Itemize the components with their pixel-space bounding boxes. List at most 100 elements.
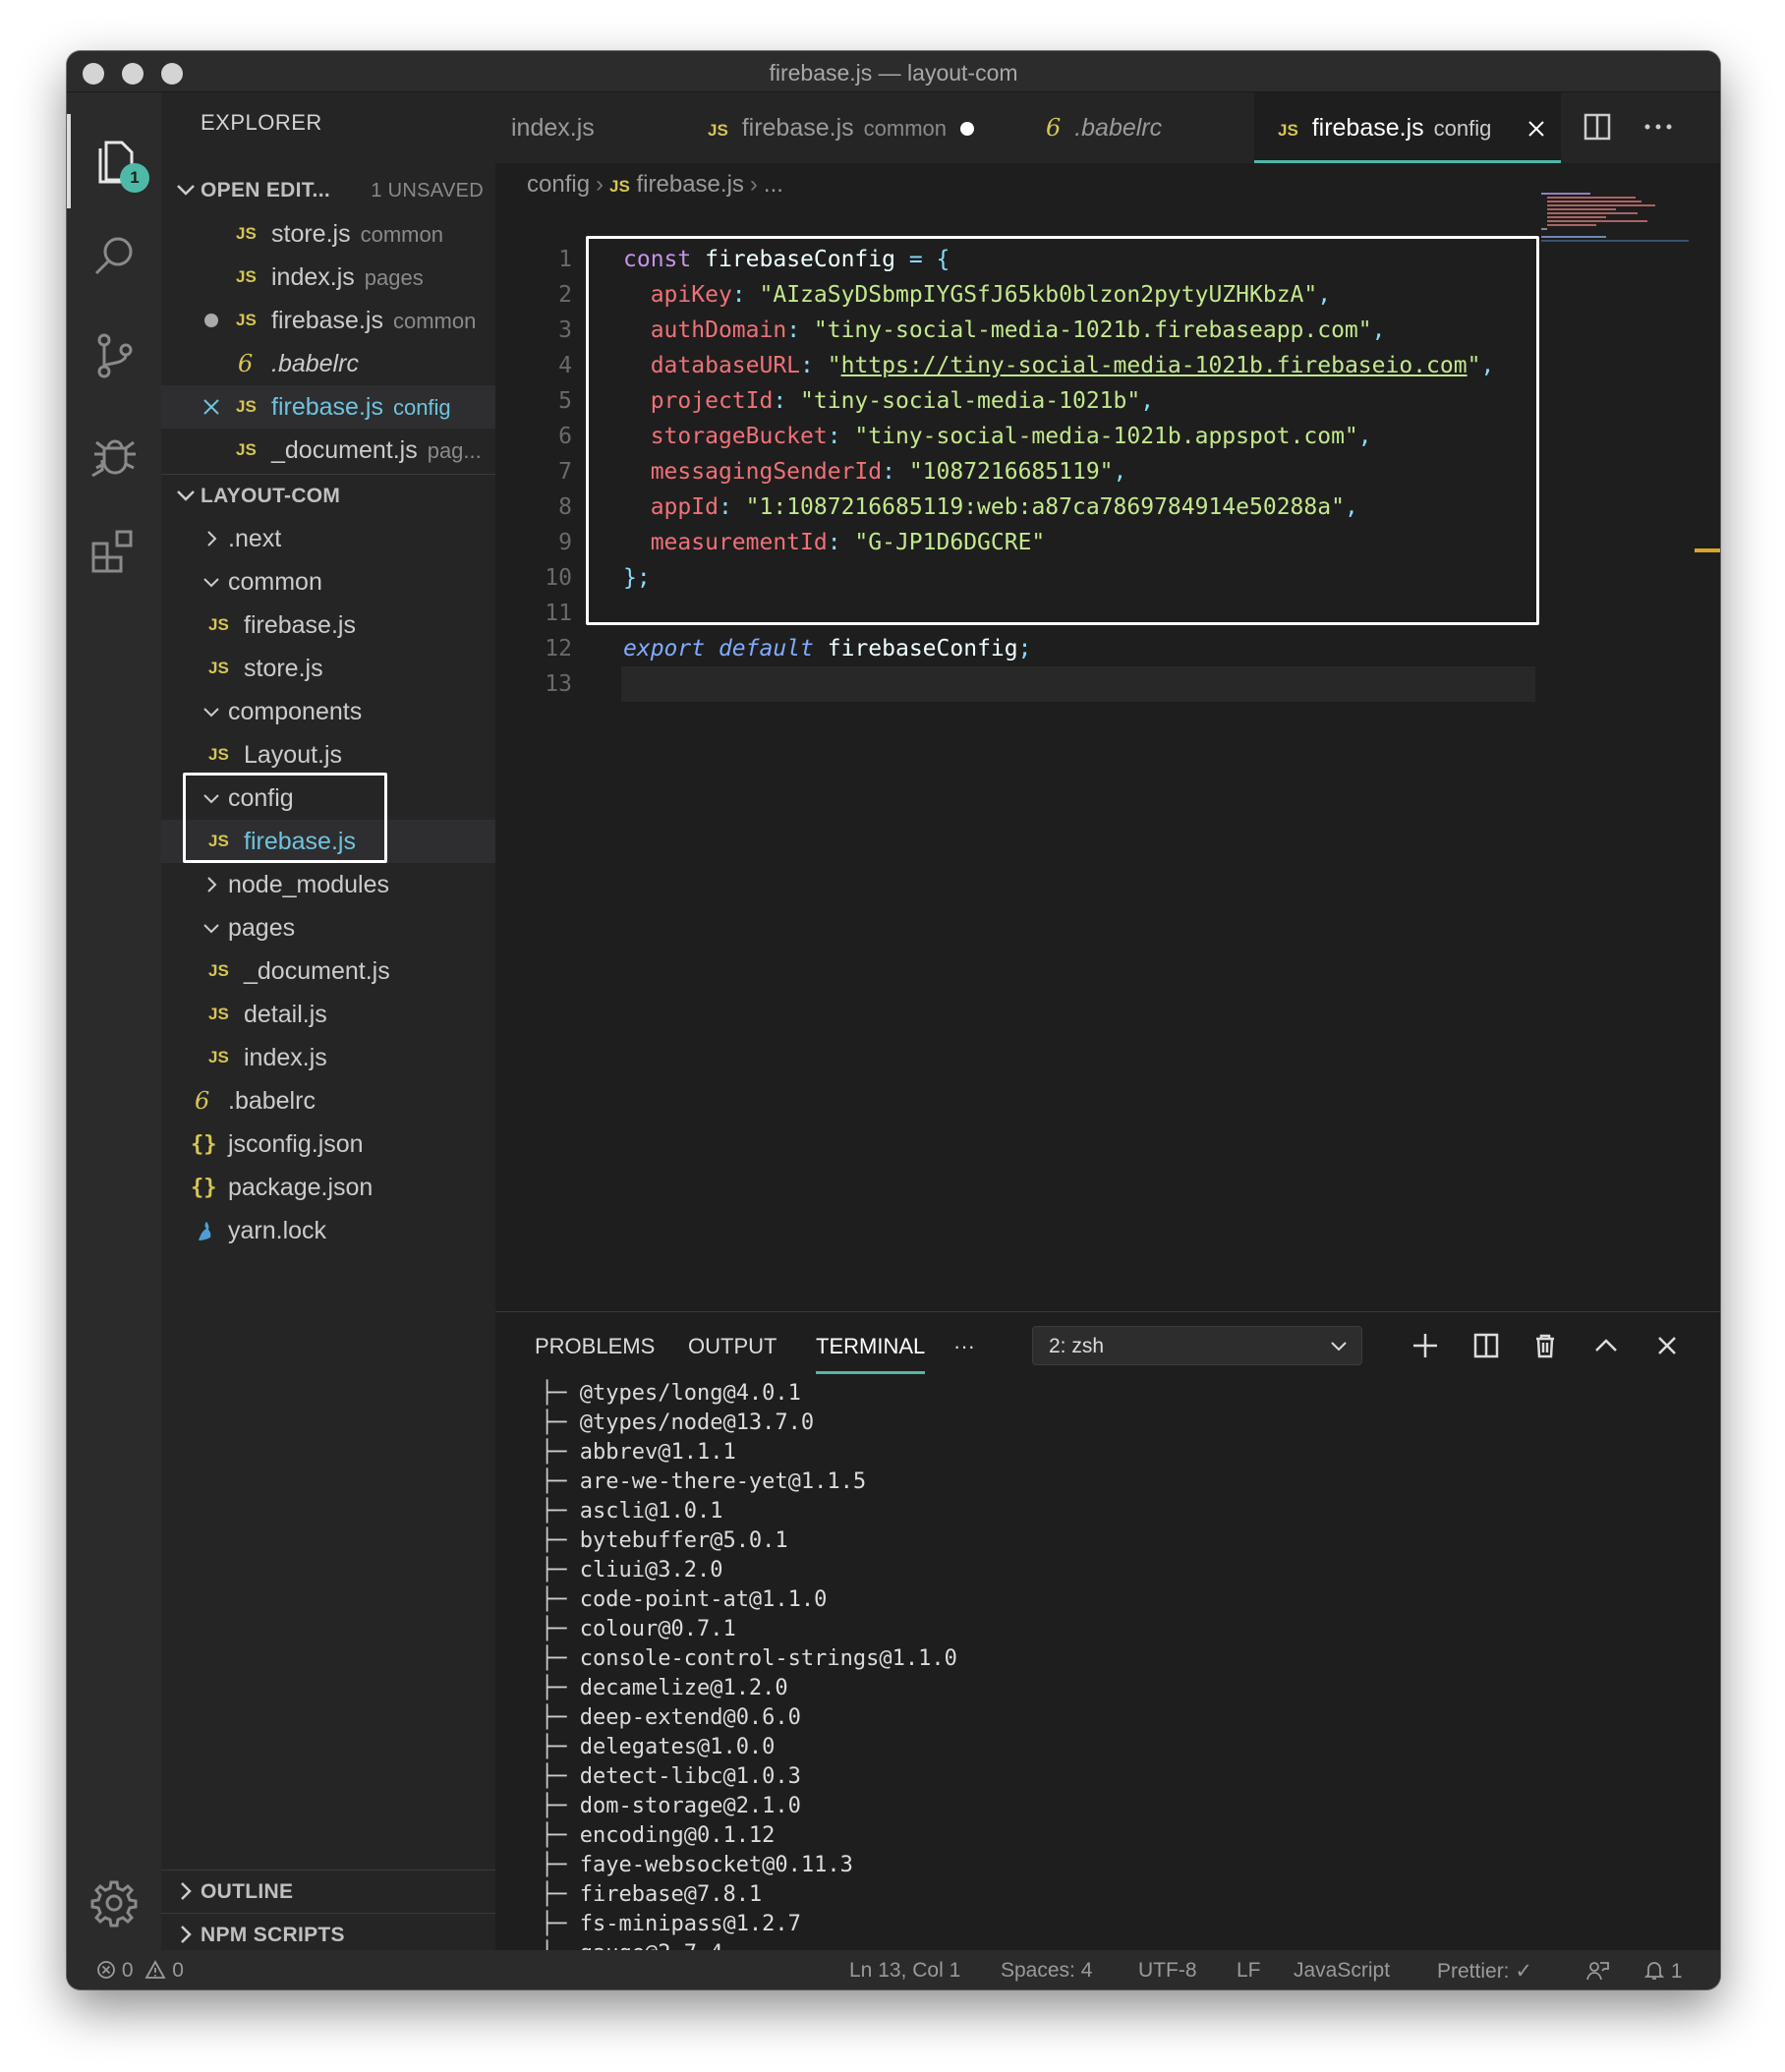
tab-terminal[interactable]: TERMINAL [816, 1334, 926, 1374]
terminal-select[interactable]: 2: zsh [1032, 1326, 1362, 1365]
status-bar: 0 0 Ln 13, Col 1 Spaces: 4 UTF-8 LF Java… [67, 1950, 1720, 1989]
panel-more-button[interactable]: ··· [953, 1334, 975, 1359]
tree-file[interactable]: JS Layout.js [161, 733, 495, 777]
open-editor-item[interactable]: JS _document.js pag... [161, 429, 495, 472]
terminal-line-text: encoding@0.1.12 [579, 1823, 776, 1848]
tab-firebase-config[interactable]: JS firebase.js config [1254, 92, 1561, 163]
close-panel-button[interactable] [1647, 1326, 1687, 1365]
open-editors-section-header[interactable]: OPEN EDIT... 1 UNSAVED [161, 169, 495, 212]
plus-icon [1413, 1334, 1437, 1357]
minimap[interactable] [1541, 191, 1689, 269]
terminal-line-text: decamelize@1.2.0 [579, 1676, 788, 1700]
bell-icon [1643, 1962, 1665, 1980]
language-status[interactable]: JavaScript [1294, 1959, 1390, 1983]
js-file-icon: JS [236, 267, 257, 286]
debug-activity-button[interactable] [67, 407, 161, 501]
tree-item-name: detail.js [244, 1001, 327, 1028]
split-editor-button[interactable] [1581, 110, 1616, 145]
tree-file[interactable]: JS firebase.js [161, 604, 495, 647]
eol-status[interactable]: LF [1237, 1959, 1261, 1983]
chevron-right-icon [181, 1926, 192, 1943]
close-icon[interactable] [201, 396, 222, 418]
tab-babelrc[interactable]: 6 .babelrc [1016, 92, 1233, 163]
tree-folder[interactable]: common [161, 560, 495, 604]
tree-folder[interactable]: components [161, 690, 495, 733]
notifications-button[interactable]: 1 [1643, 1959, 1683, 1984]
open-editor-name: firebase.js [271, 307, 383, 334]
ellipsis-icon [1644, 124, 1672, 130]
extensions-activity-button[interactable] [67, 503, 161, 598]
open-editor-item-active[interactable]: JS firebase.js config [161, 385, 495, 429]
tree-prefix: ├─ [541, 1676, 567, 1700]
breadcrumb-file[interactable]: firebase.js [637, 171, 744, 198]
unsaved-dot-icon[interactable] [204, 314, 218, 327]
open-editor-item[interactable]: JS store.js common [161, 212, 495, 256]
split-terminal-button[interactable] [1467, 1326, 1506, 1365]
encoding-status[interactable]: UTF-8 [1138, 1959, 1197, 1983]
prettier-status[interactable]: Prettier: ✓ [1437, 1959, 1532, 1984]
tree-file[interactable]: JS _document.js [161, 950, 495, 993]
tab-label: .babelrc [1074, 114, 1163, 142]
tree-file[interactable]: yarn.lock [161, 1209, 495, 1252]
tab-label: firebase.js [741, 114, 854, 142]
outline-section-header[interactable]: OUTLINE [161, 1870, 495, 1913]
terminal-line-text: dom-storage@2.1.0 [579, 1794, 801, 1818]
tree-prefix: ├─ [541, 1587, 567, 1612]
line-number: 3 [558, 317, 572, 343]
tree-prefix: ├─ [541, 1823, 567, 1848]
breadcrumb-more[interactable]: ... [764, 171, 783, 198]
tree-file[interactable]: 6 .babelrc [161, 1079, 495, 1122]
tree-folder[interactable]: .next [161, 517, 495, 560]
feedback-button[interactable] [1584, 1959, 1610, 1988]
terminal-line-text: cliui@3.2.0 [579, 1558, 723, 1583]
close-icon[interactable] [1526, 118, 1547, 140]
tab-index-js[interactable]: index.js [495, 92, 692, 163]
tree-folder[interactable]: pages [161, 906, 495, 950]
error-icon [97, 1961, 115, 1979]
tree-folder[interactable]: node_modules [161, 863, 495, 906]
tree-prefix: ├─ [541, 1410, 567, 1435]
settings-activity-button[interactable] [67, 1856, 161, 1950]
tree-file[interactable]: {} package.json [161, 1166, 495, 1209]
cursor-position[interactable]: Ln 13, Col 1 [849, 1959, 960, 1983]
search-activity-button[interactable] [67, 208, 161, 303]
chevron-down-icon [203, 924, 219, 934]
explorer-title: EXPLORER [201, 110, 322, 135]
terminal-line-text: ascli@1.0.1 [579, 1499, 723, 1524]
tree-file[interactable]: JS detail.js [161, 993, 495, 1036]
open-editor-item[interactable]: 6 .babelrc [161, 342, 495, 385]
source-control-activity-button[interactable] [67, 309, 161, 403]
tab-firebase-common[interactable]: JS firebase.js common [692, 92, 1016, 163]
tree-prefix: ├─ [541, 1794, 567, 1818]
open-editor-item[interactable]: JS index.js pages [161, 256, 495, 299]
terminal-line: ├─ cliui@3.2.0 [541, 1558, 722, 1587]
tree-file[interactable]: {} jsconfig.json [161, 1122, 495, 1166]
more-actions-button[interactable] [1641, 110, 1677, 145]
tree-file[interactable]: JS index.js [161, 1036, 495, 1079]
tab-problems[interactable]: PROBLEMS [535, 1334, 655, 1359]
tree-file[interactable]: JS store.js [161, 647, 495, 690]
indentation-status[interactable]: Spaces: 4 [1001, 1959, 1092, 1983]
open-editor-item-unsaved[interactable]: JS firebase.js common [161, 299, 495, 342]
problems-status[interactable]: 0 0 [96, 1959, 184, 1983]
tree-item-name: yarn.lock [228, 1217, 327, 1244]
tree-prefix: ├─ [541, 1764, 567, 1789]
kill-terminal-button[interactable] [1526, 1326, 1565, 1365]
tab-label: index.js [511, 114, 595, 142]
outline-label: OUTLINE [201, 1879, 294, 1903]
terminal-line-text: @types/long@4.0.1 [579, 1381, 801, 1406]
tree-prefix: ├─ [541, 1440, 567, 1465]
breadcrumb: config › JS firebase.js ›... [527, 171, 783, 198]
new-terminal-button[interactable] [1406, 1326, 1445, 1365]
tree-item-name: _document.js [244, 957, 390, 985]
tree-prefix: ├─ [541, 1381, 567, 1406]
project-section-header[interactable]: LAYOUT-COM [161, 474, 495, 517]
explorer-activity-button[interactable]: 1 [67, 114, 161, 208]
line-number: 9 [558, 530, 572, 555]
maximize-panel-button[interactable] [1586, 1326, 1626, 1365]
breadcrumb-folder[interactable]: config [527, 171, 590, 198]
terminal-select-value: 2: zsh [1049, 1335, 1105, 1357]
tab-output[interactable]: OUTPUT [688, 1334, 777, 1359]
line-number: 5 [558, 388, 572, 414]
unsaved-dot-icon[interactable] [960, 122, 975, 137]
